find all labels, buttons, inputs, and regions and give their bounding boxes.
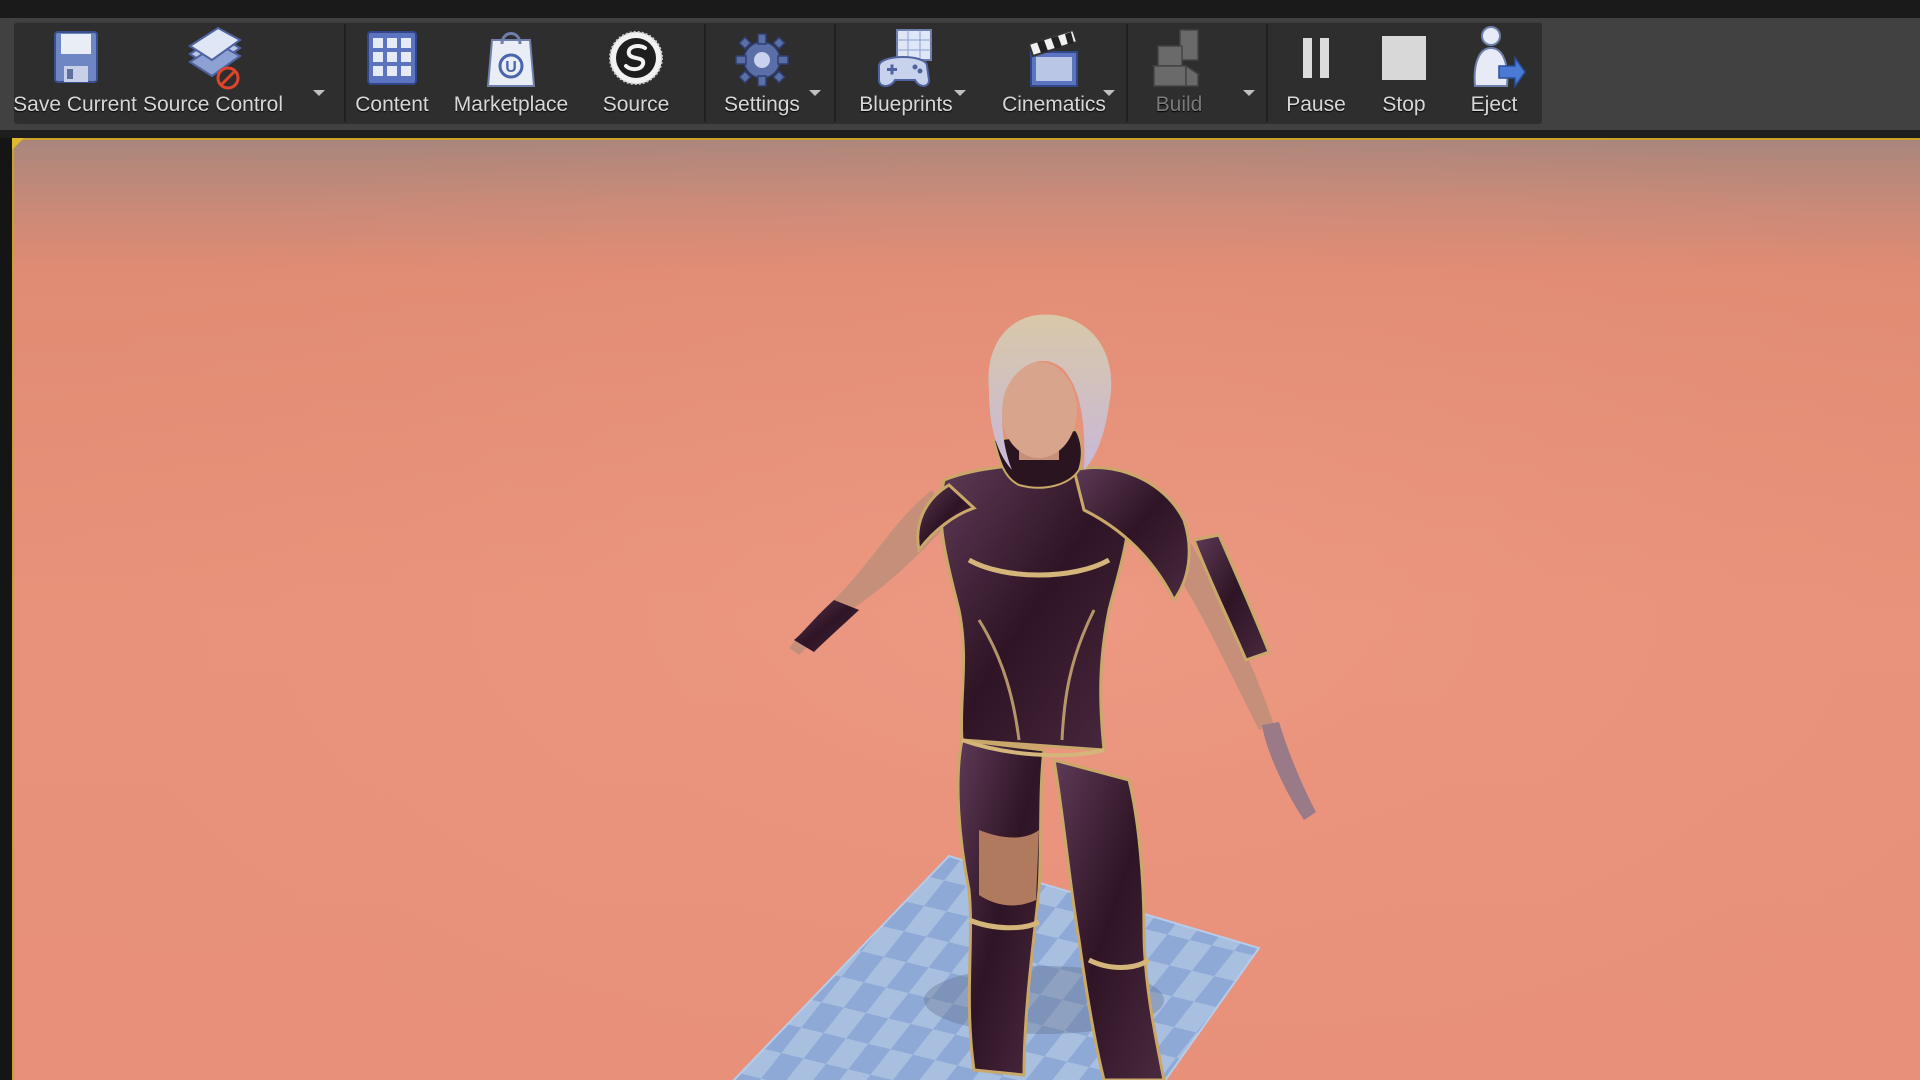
source-control-label: Source Control bbox=[142, 93, 284, 116]
marketplace-bag-icon: U bbox=[478, 24, 544, 94]
toolbar-bottom-strip bbox=[0, 130, 1920, 138]
eject-label: Eject bbox=[1470, 93, 1518, 116]
settings-label: Settings bbox=[724, 93, 800, 116]
blueprints-dropdown-caret[interactable] bbox=[952, 88, 968, 98]
toolbar-separator bbox=[1266, 24, 1268, 122]
source-control-icon bbox=[180, 24, 246, 94]
source-control-dropdown-caret[interactable] bbox=[311, 88, 327, 98]
settings-dropdown-caret[interactable] bbox=[807, 88, 823, 98]
marketplace-label: Marketplace bbox=[453, 93, 569, 116]
main-toolbar: Save Current Source Control Content U Ma… bbox=[13, 22, 1542, 124]
toolbar-separator bbox=[834, 24, 836, 122]
viewport-active-corner bbox=[12, 138, 24, 150]
pause-label: Pause bbox=[1286, 93, 1346, 116]
window-top-strip bbox=[0, 0, 1920, 18]
build-label: Build bbox=[1155, 93, 1203, 116]
save-current-label: Save Current bbox=[13, 93, 137, 116]
build-dropdown-caret[interactable] bbox=[1241, 88, 1257, 98]
cinematics-button[interactable]: Cinematics bbox=[982, 22, 1126, 124]
pause-button[interactable]: Pause bbox=[1276, 22, 1356, 124]
source-label: Source bbox=[602, 93, 670, 116]
cinematics-label: Cinematics bbox=[1002, 93, 1106, 116]
blueprints-button[interactable]: Blueprints bbox=[840, 22, 972, 124]
cinematics-dropdown-caret[interactable] bbox=[1101, 88, 1117, 98]
eject-icon bbox=[1461, 24, 1527, 94]
toolbar-separator bbox=[704, 24, 706, 122]
gear-icon bbox=[729, 24, 795, 94]
source-button[interactable]: Source bbox=[596, 22, 676, 124]
content-grid-icon bbox=[359, 24, 425, 94]
build-blocks-icon bbox=[1146, 24, 1212, 94]
svg-text:U: U bbox=[505, 59, 517, 76]
toolbar-separator bbox=[1126, 24, 1128, 122]
content-button[interactable]: Content bbox=[350, 22, 434, 124]
stop-button[interactable]: Stop bbox=[1372, 22, 1436, 124]
floppy-disk-icon bbox=[42, 24, 108, 94]
save-current-button[interactable]: Save Current bbox=[13, 22, 137, 124]
content-label: Content bbox=[355, 93, 429, 116]
stop-icon bbox=[1371, 24, 1437, 94]
build-button[interactable]: Build bbox=[1132, 22, 1226, 124]
source-logo-icon bbox=[603, 24, 669, 94]
clapperboard-icon bbox=[1021, 24, 1087, 94]
source-control-button[interactable]: Source Control bbox=[138, 22, 288, 124]
toolbar-separator bbox=[344, 24, 346, 122]
gamepad-icon bbox=[873, 24, 939, 94]
blueprints-label: Blueprints bbox=[859, 93, 953, 116]
settings-button[interactable]: Settings bbox=[710, 22, 814, 124]
pause-icon bbox=[1283, 24, 1349, 94]
marketplace-button[interactable]: U Marketplace bbox=[448, 22, 574, 124]
stop-label: Stop bbox=[1382, 93, 1426, 116]
level-viewport[interactable] bbox=[12, 138, 1920, 1080]
eject-button[interactable]: Eject bbox=[1454, 22, 1534, 124]
